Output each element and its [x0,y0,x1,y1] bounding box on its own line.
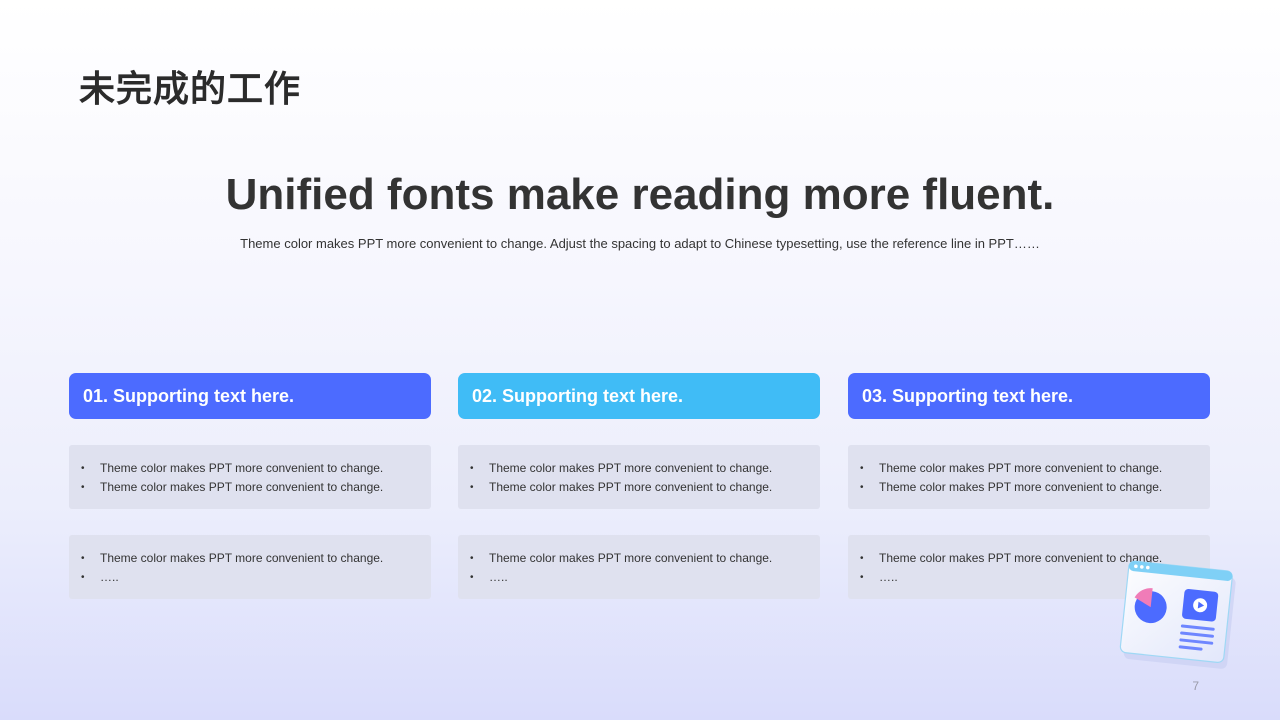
column-2-box-1: Theme color makes PPT more convenient to… [458,445,820,509]
column-3-header: 03. Supporting text here. [848,373,1210,419]
list-item: Theme color makes PPT more convenient to… [860,461,1210,480]
list-item: Theme color makes PPT more convenient to… [470,551,820,570]
headline: Unified fonts make reading more fluent. [225,170,1055,219]
list-item: Theme color makes PPT more convenient to… [81,461,431,480]
column-2: 02. Supporting text here. Theme color ma… [458,373,820,599]
list-item: Theme color makes PPT more convenient to… [860,480,1210,499]
slide-title: 未完成的工作 [79,69,302,110]
list-item: Theme color makes PPT more convenient to… [470,480,820,499]
column-1-box-2: Theme color makes PPT more convenient to… [69,535,431,599]
column-2-header: 02. Supporting text here. [458,373,820,419]
list-item: ….. [470,570,820,589]
list-item: ….. [81,570,431,589]
column-1-box-1: Theme color makes PPT more convenient to… [69,445,431,509]
column-3: 03. Supporting text here. Theme color ma… [848,373,1210,599]
list-item: Theme color makes PPT more convenient to… [470,461,820,480]
page-number: 7 [1192,679,1199,693]
column-1-header: 01. Supporting text here. [69,373,431,419]
dashboard-window-illustration-icon [1119,560,1236,669]
list-item: Theme color makes PPT more convenient to… [81,551,431,570]
subline: Theme color makes PPT more convenient to… [240,236,1040,251]
column-1: 01. Supporting text here. Theme color ma… [69,373,431,599]
list-item: Theme color makes PPT more convenient to… [81,480,431,499]
column-3-box-1: Theme color makes PPT more convenient to… [848,445,1210,509]
column-2-box-2: Theme color makes PPT more convenient to… [458,535,820,599]
